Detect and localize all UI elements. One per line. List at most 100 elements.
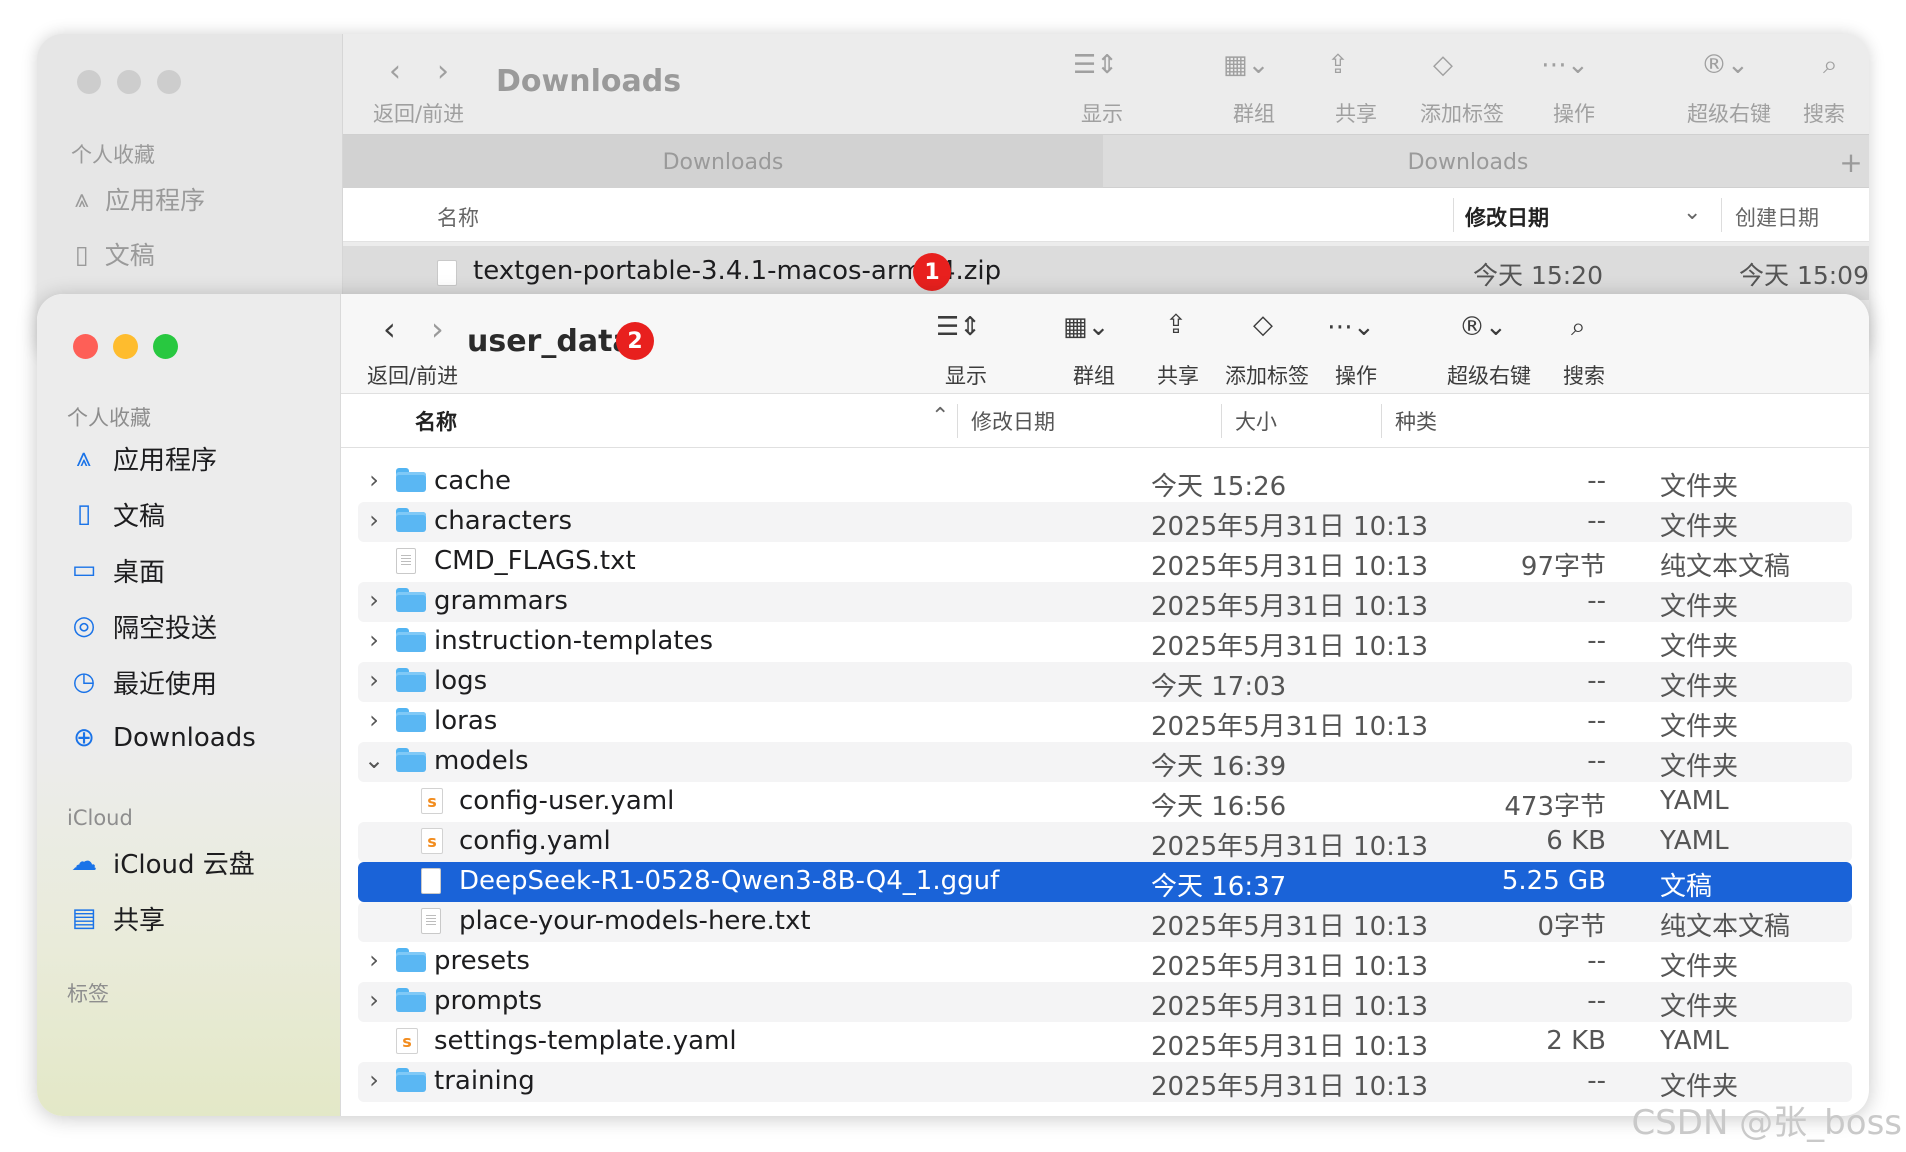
back-forward-button[interactable]: › <box>437 54 449 89</box>
file-size: -- <box>1587 666 1606 696</box>
annotation-badge-1: 1 <box>913 253 951 291</box>
file-size: -- <box>1587 746 1606 776</box>
share-icon[interactable]: ⇪ <box>1165 310 1187 340</box>
sidebar-item-documents[interactable]: ▯ 文稿 <box>69 494 165 534</box>
file-row[interactable]: s config.yaml 2025年5月31日 10:13 6 KB YAML <box>358 822 1852 862</box>
back-minimize-button[interactable] <box>117 70 141 94</box>
back-toolbar-tag: 添加标签 <box>1420 102 1504 126</box>
back-toolbar-superclick: 超级右键 <box>1687 102 1771 126</box>
back-group-icon[interactable]: ▦⌄ <box>1223 50 1269 80</box>
zoom-button[interactable] <box>153 334 178 359</box>
back-view-icon[interactable]: ☰⇕ <box>1073 50 1118 80</box>
sidebar-item-desktop[interactable]: ▭ 桌面 <box>69 550 165 590</box>
file-row[interactable]: › loras 2025年5月31日 10:13 -- 文件夹 <box>358 702 1852 742</box>
file-row[interactable]: s settings-template.yaml 2025年5月31日 10:13 2… <box>358 1022 1852 1062</box>
file-row[interactable]: › characters 2025年5月31日 10:13 -- 文件夹 <box>358 502 1852 542</box>
back-close-button[interactable] <box>77 70 101 94</box>
disclosure-collapsed-icon[interactable]: › <box>364 706 384 734</box>
group-icon[interactable]: ▦⌄ <box>1063 312 1109 342</box>
back-zip-row[interactable]: textgen-portable-3.4.1-macos-arm64.zip 1… <box>343 246 1869 300</box>
back-col-name[interactable]: 名称 <box>437 202 479 232</box>
sidebar-item-downloads[interactable]: ⊕ Downloads <box>69 718 256 758</box>
action-icon[interactable]: ⋯⌄ <box>1327 312 1375 342</box>
disclosure-collapsed-icon[interactable]: › <box>364 1066 384 1094</box>
file-kind: 文件夹 <box>1660 752 1739 782</box>
file-modified: 2025年5月31日 10:13 <box>1151 992 1428 1022</box>
file-name: characters <box>434 506 573 536</box>
back-share-icon[interactable]: ⇪ <box>1327 50 1349 80</box>
superclick-icon[interactable]: ®⌄ <box>1459 312 1507 342</box>
toolbar-search: 搜索 <box>1563 364 1605 388</box>
file-row[interactable]: ⌄ models 今天 16:39 -- 文件夹 <box>358 742 1852 782</box>
file-size: -- <box>1587 626 1606 656</box>
col-name[interactable]: 名称 <box>415 406 457 436</box>
col-size[interactable]: 大小 <box>1235 406 1277 436</box>
file-row[interactable]: › cache 今天 15:26 -- 文件夹 <box>358 462 1852 502</box>
sidebar-item-airdrop[interactable]: ◎ 隔空投送 <box>69 606 217 646</box>
file-row[interactable]: › presets 2025年5月31日 10:13 -- 文件夹 <box>358 942 1852 982</box>
back-back-button[interactable]: ‹ <box>389 54 401 89</box>
sidebar-item-apps[interactable]: ⩓ 应用程序 <box>69 438 217 478</box>
tag-icon[interactable]: ◇ <box>1253 310 1273 340</box>
col-kind[interactable]: 种类 <box>1395 406 1437 436</box>
file-row[interactable]: › grammars 2025年5月31日 10:13 -- 文件夹 <box>358 582 1852 622</box>
back-sidebar-item-documents[interactable]: ▯ 文稿 <box>75 234 155 274</box>
disclosure-expanded-icon[interactable]: ⌄ <box>364 746 384 774</box>
search-icon[interactable]: ⌕ <box>1571 312 1586 343</box>
file-row[interactable]: DeepSeek-R1-0528-Qwen3-8B-Q4_1.gguf 今天 16… <box>358 862 1852 902</box>
list-view-icon[interactable]: ☰⇕ <box>936 312 981 342</box>
close-button[interactable] <box>73 334 98 359</box>
back-col-created[interactable]: 创建日期 <box>1735 202 1819 232</box>
sidebar-item-recents[interactable]: ◷ 最近使用 <box>69 662 217 702</box>
add-tab-button[interactable]: + <box>1833 135 1869 189</box>
file-size: -- <box>1587 586 1606 616</box>
file-modified: 2025年5月31日 10:13 <box>1151 632 1428 662</box>
file-list: › cache 今天 15:26 -- 文件夹 › characters 2025年5月31日… <box>358 462 1852 1102</box>
back-zoom-button[interactable] <box>157 70 181 94</box>
file-name: cache <box>434 466 511 496</box>
apps-icon: ⩓ <box>76 442 92 473</box>
chevron-down-icon: ⌄ <box>1683 200 1702 225</box>
back-action-icon[interactable]: ⋯⌄ <box>1541 50 1589 80</box>
disclosure-collapsed-icon[interactable]: › <box>364 506 384 534</box>
folder-icon <box>396 948 426 972</box>
file-kind: 文件夹 <box>1660 952 1739 982</box>
file-modified: 今天 16:37 <box>1151 872 1287 902</box>
file-row[interactable]: s config-user.yaml 今天 16:56 473字节 YAML <box>358 782 1852 822</box>
col-modified[interactable]: 修改日期 <box>971 406 1055 436</box>
file-name: prompts <box>434 986 543 1016</box>
zip-modified: 今天 15:20 <box>1473 261 1603 290</box>
back-sidebar-item-apps[interactable]: ⩓ 应用程序 <box>75 179 205 219</box>
file-kind: 文稿 <box>1660 872 1713 902</box>
disclosure-collapsed-icon[interactable]: › <box>364 466 384 494</box>
file-modified: 今天 16:56 <box>1151 792 1287 822</box>
back-button[interactable]: ‹ <box>383 310 396 348</box>
file-size: 97字节 <box>1520 552 1606 582</box>
back-toolbar-group: 群组 <box>1233 102 1275 126</box>
back-search-icon[interactable]: ⌕ <box>1823 50 1838 81</box>
file-row[interactable]: › prompts 2025年5月31日 10:13 -- 文件夹 <box>358 982 1852 1022</box>
disclosure-collapsed-icon[interactable]: › <box>364 986 384 1014</box>
back-superclick-icon[interactable]: ®⌄ <box>1701 50 1749 80</box>
back-col-modified[interactable]: 修改日期 <box>1465 202 1549 232</box>
file-name: logs <box>434 666 488 696</box>
yaml-file-icon: s <box>421 828 443 854</box>
file-row[interactable]: › training 2025年5月31日 10:13 -- 文件夹 <box>358 1062 1852 1102</box>
back-tab-2[interactable]: Downloads <box>1103 135 1833 189</box>
back-tab-1[interactable]: Downloads <box>343 135 1103 189</box>
file-row[interactable]: › logs 今天 17:03 -- 文件夹 <box>358 662 1852 702</box>
minimize-button[interactable] <box>113 334 138 359</box>
disclosure-collapsed-icon[interactable]: › <box>364 586 384 614</box>
sidebar-item-shared[interactable]: ▤ 共享 <box>69 898 165 938</box>
forward-button[interactable]: › <box>431 310 444 348</box>
disclosure-collapsed-icon[interactable]: › <box>364 946 384 974</box>
file-row[interactable]: CMD_FLAGS.txt 2025年5月31日 10:13 97字节 纯文本文稿 <box>358 542 1852 582</box>
front-finder-window: 个人收藏 ⩓ 应用程序 ▯ 文稿 ▭ 桌面 ◎ 隔空投送 ◷ 最近使用 ⊕ Download… <box>37 294 1869 1116</box>
disclosure-collapsed-icon[interactable]: › <box>364 626 384 654</box>
back-tag-icon[interactable]: ◇ <box>1433 50 1453 80</box>
file-modified: 2025年5月31日 10:13 <box>1151 592 1428 622</box>
sidebar-item-icloud-drive[interactable]: ☁ iCloud 云盘 <box>69 842 255 882</box>
disclosure-collapsed-icon[interactable]: › <box>364 666 384 694</box>
file-row[interactable]: place-your-models-here.txt 2025年5月31日 10:… <box>358 902 1852 942</box>
file-row[interactable]: › instruction-templates 2025年5月31日 10:13 --… <box>358 622 1852 662</box>
